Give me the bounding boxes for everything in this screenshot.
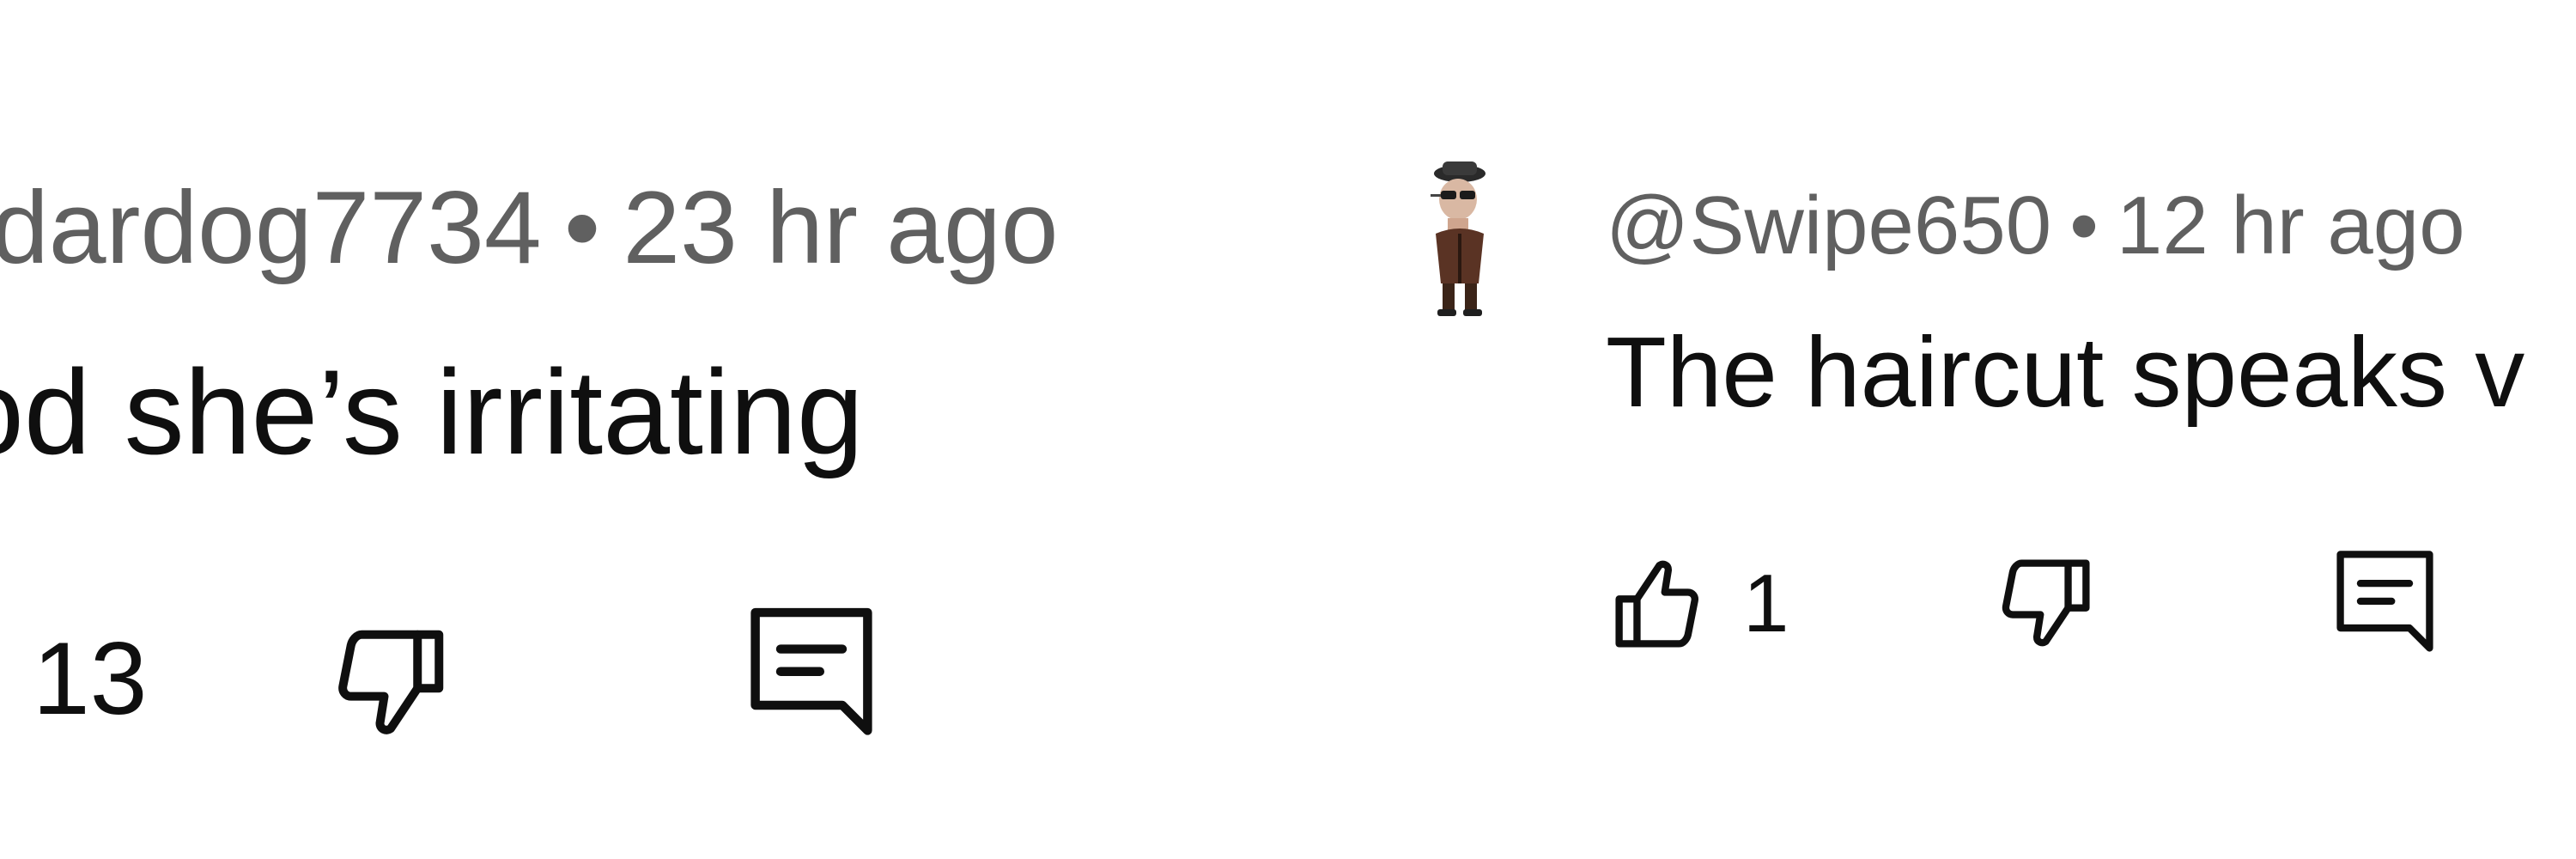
reply-button[interactable] bbox=[2331, 545, 2439, 661]
comment-meta: dardog7734 • 23 hr ago bbox=[0, 176, 1058, 279]
like-count: 13 bbox=[33, 621, 148, 736]
comment-text: od she’s irritating bbox=[0, 344, 864, 479]
reply-comment-icon bbox=[2331, 545, 2439, 661]
comment-author[interactable]: dardog7734 bbox=[0, 170, 542, 285]
thumbs-down-icon bbox=[326, 618, 455, 747]
reply-button[interactable] bbox=[743, 601, 880, 747]
like-count: 1 bbox=[1743, 557, 1789, 649]
reply-comment-icon bbox=[743, 601, 880, 747]
avatar[interactable] bbox=[1400, 155, 1520, 326]
meta-separator: • bbox=[2069, 180, 2099, 271]
comment-item: dardog7734 • 23 hr ago od she’s irritating… bbox=[0, 0, 1374, 859]
like-button[interactable] bbox=[1606, 550, 1713, 657]
comment-meta: @Swipe650 • 12 hr ago bbox=[1606, 185, 2465, 267]
comment-item: @Swipe650 • 12 hr ago The haircut speaks v… bbox=[1374, 0, 2576, 859]
comment-time[interactable]: 12 hr ago bbox=[2117, 180, 2465, 271]
dislike-button[interactable] bbox=[1992, 550, 2099, 657]
comment-time[interactable]: 23 hr ago bbox=[623, 170, 1058, 285]
thumbs-up-icon bbox=[1606, 550, 1713, 657]
comment-author[interactable]: @Swipe650 bbox=[1606, 180, 2051, 271]
thumbs-down-icon bbox=[1992, 550, 2099, 657]
comment-text: The haircut speaks v bbox=[1606, 316, 2525, 428]
meta-separator: • bbox=[564, 170, 601, 285]
dislike-button[interactable] bbox=[326, 618, 455, 747]
